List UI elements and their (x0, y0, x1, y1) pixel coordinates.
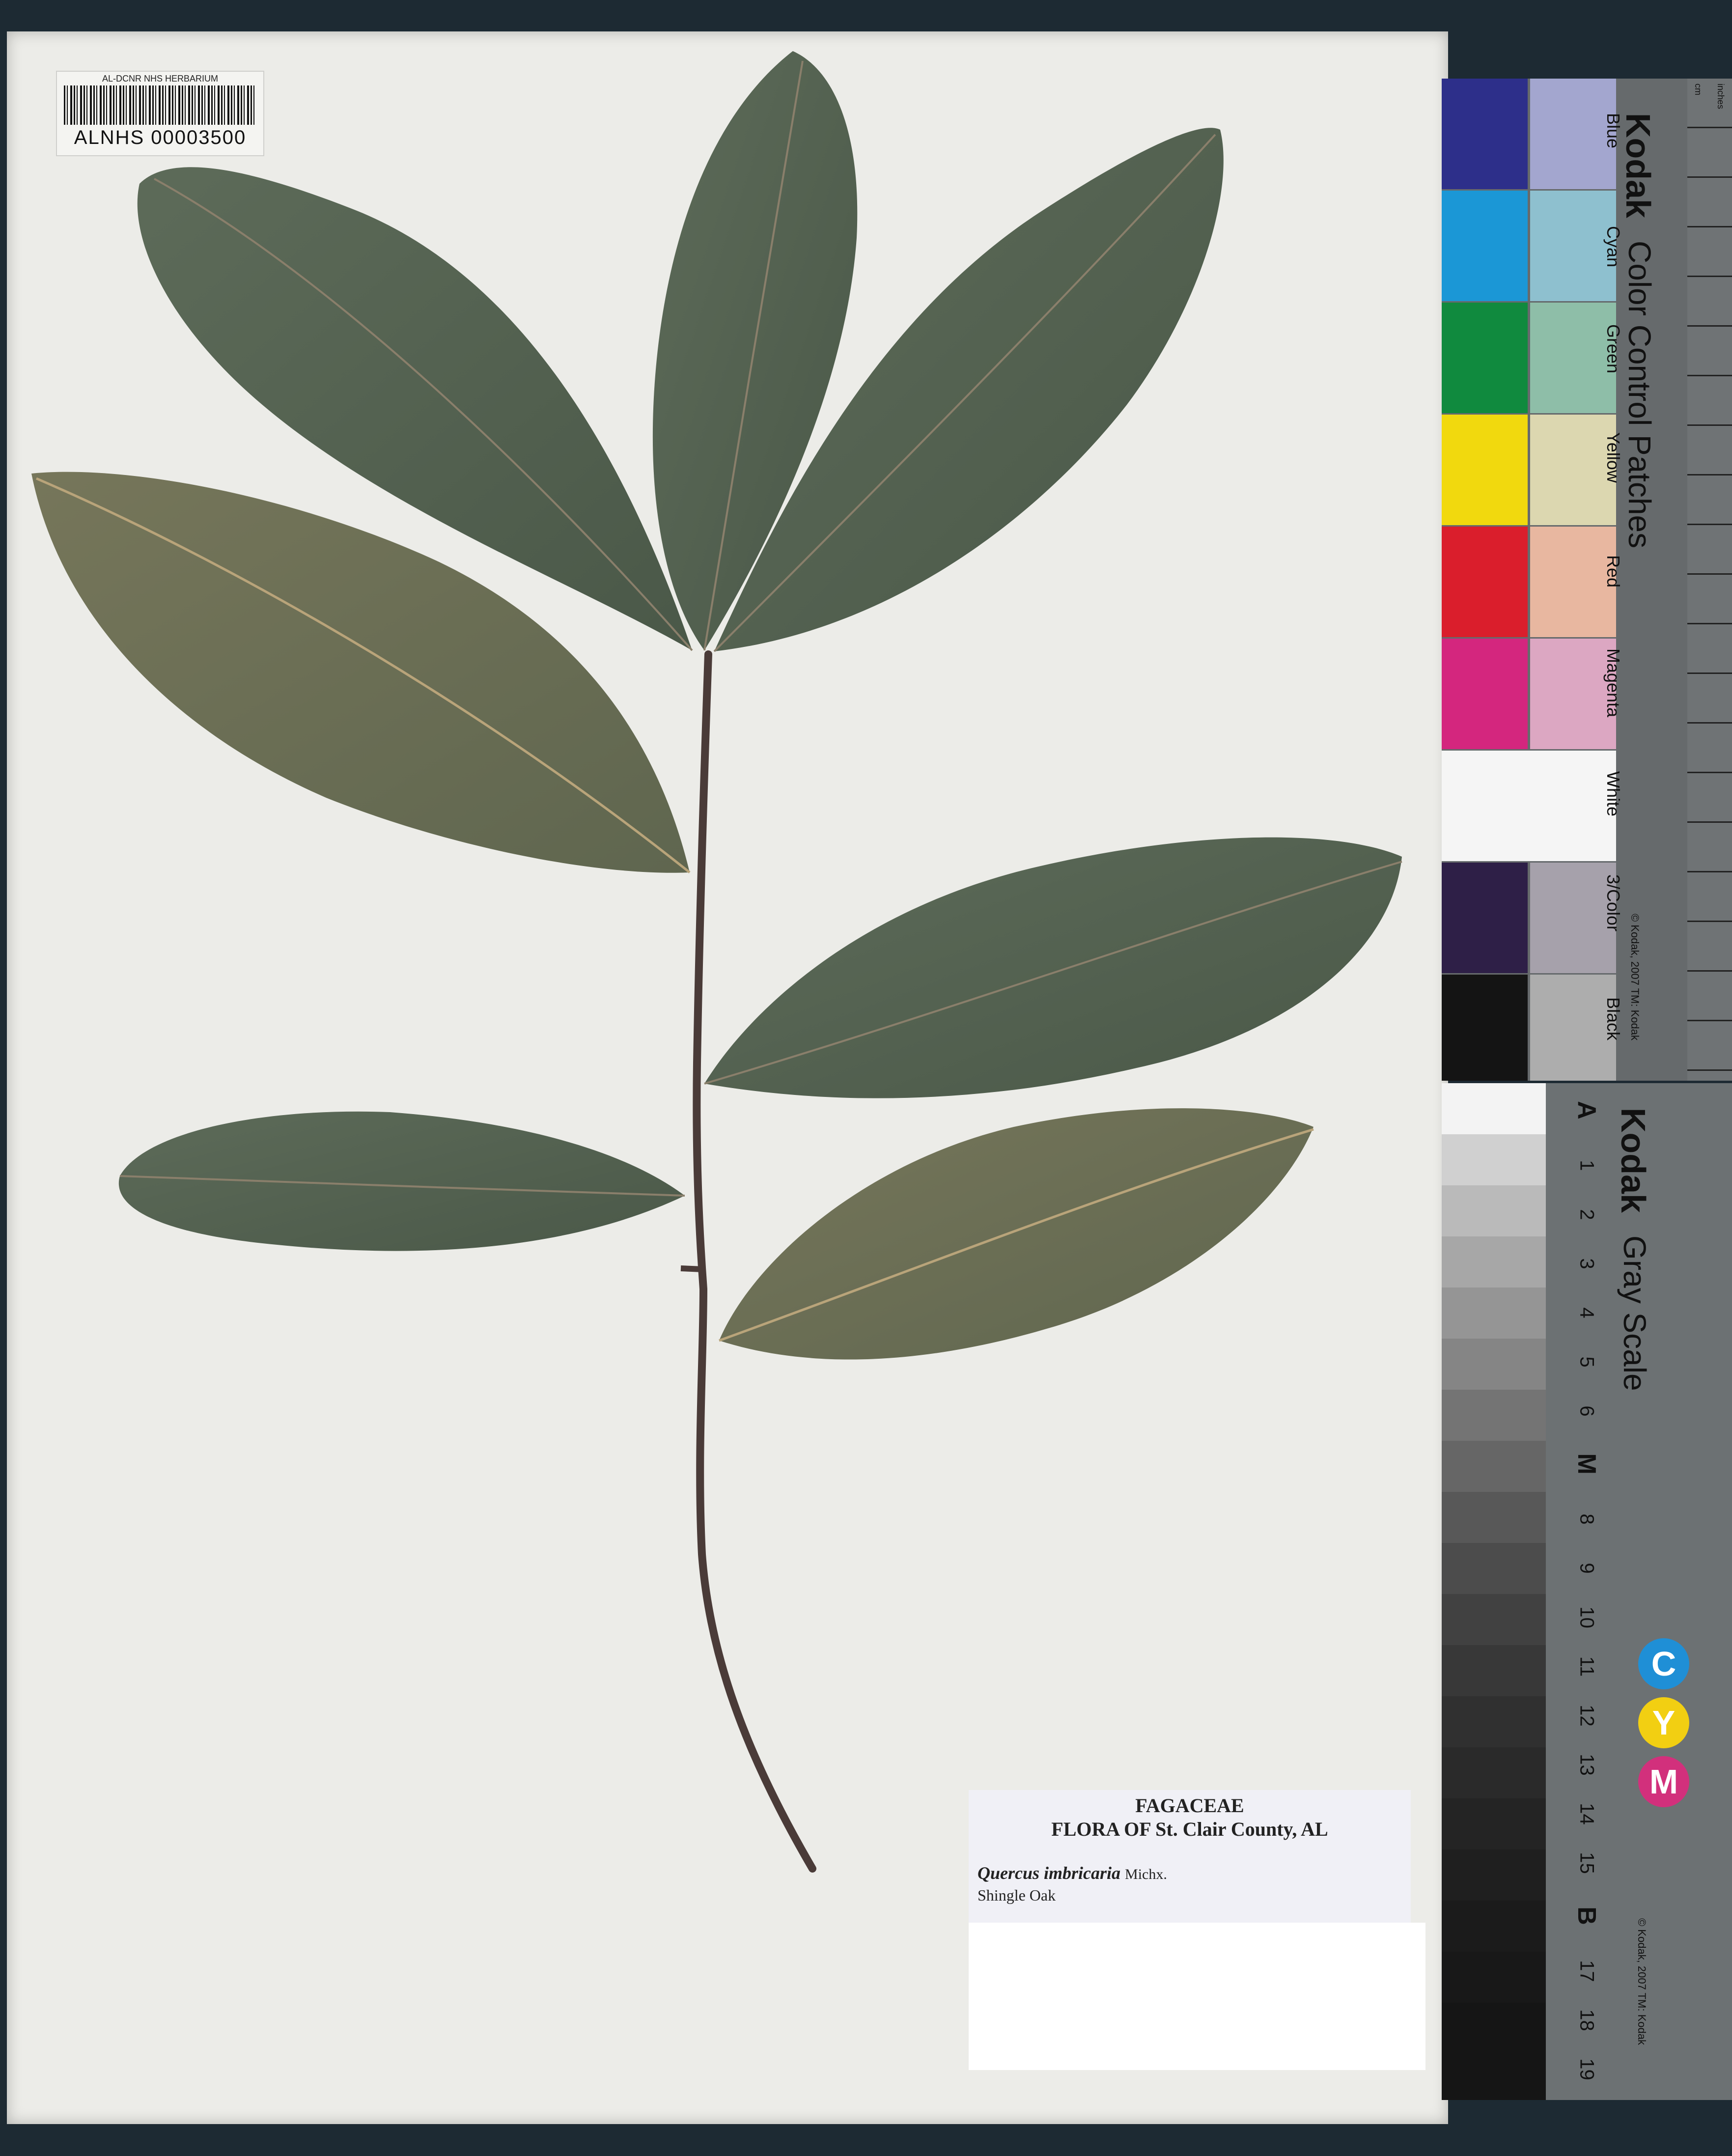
gray-patch (1442, 1288, 1546, 1339)
gray-label: 15 (1576, 1852, 1598, 1874)
cym-c-icon: C (1638, 1638, 1689, 1689)
patch-label: White (1603, 771, 1623, 817)
color-card-copyright: © Kodak, 2007 TM: Kodak (1629, 914, 1641, 1040)
gray-patch (1442, 1849, 1546, 1901)
gray-scale-title: Gray Scale (1617, 1235, 1652, 1391)
gray-label: A (1572, 1101, 1601, 1120)
ruler-unit-cm: cm (1693, 84, 1703, 95)
gray-patch (1442, 1185, 1546, 1236)
gray-label: 9 (1576, 1563, 1598, 1574)
gray-patch (1442, 1645, 1546, 1696)
patch-label: Green (1603, 324, 1623, 374)
patch-white (1442, 751, 1616, 861)
barcode-bars (64, 85, 256, 125)
label-scientific-name: Quercus imbricaria Michx. (978, 1863, 1167, 1883)
gray-patch (1442, 1134, 1546, 1185)
cym-y-icon: Y (1638, 1697, 1689, 1748)
patch-label: Red (1603, 555, 1623, 588)
specimen-label: FAGACEAE FLORA OF St. Clair County, AL Q… (969, 1790, 1411, 1923)
gray-patch (1442, 1798, 1546, 1849)
barcode-number: ALNHS 00003500 (74, 127, 247, 148)
gray-patch (1442, 1441, 1546, 1492)
gray-patch (1442, 1747, 1546, 1798)
patch-blue (1442, 79, 1528, 189)
patch-label: 3/Color (1603, 874, 1623, 932)
patch-cyan (1442, 191, 1528, 301)
label-family: FAGACEAE (1135, 1794, 1244, 1817)
gray-label: 13 (1576, 1754, 1598, 1776)
gray-patch (1442, 1696, 1546, 1747)
gray-patch (1442, 1083, 1546, 1134)
gray-patch (1442, 1901, 1546, 1952)
label-author: Michx. (1125, 1866, 1167, 1882)
patch-label: Black (1603, 997, 1623, 1041)
gray-label: 8 (1576, 1513, 1598, 1525)
twig-stub (680, 1265, 704, 1272)
patch-label: Blue (1603, 113, 1623, 149)
gray-patch (1442, 1339, 1546, 1390)
patch-yellow (1442, 415, 1528, 525)
cym-m-icon: M (1638, 1756, 1689, 1807)
gray-patch (1442, 1952, 1546, 2003)
gray-label: 6 (1576, 1405, 1598, 1417)
barcode-label: AL-DCNR NHS HERBARIUM ALNHS 00003500 (56, 71, 264, 156)
gray-label: 19 (1576, 2058, 1598, 2080)
gray-label: 12 (1576, 1705, 1598, 1727)
gray-label: 3 (1576, 1258, 1598, 1269)
patch-black (1442, 975, 1528, 1081)
gray-label: 1 (1576, 1160, 1598, 1171)
gray-label: 5 (1576, 1356, 1598, 1368)
patch-red (1442, 527, 1528, 637)
gray-label: 14 (1576, 1803, 1598, 1825)
blank-label-area (969, 1923, 1425, 2070)
gray-label: 17 (1576, 1960, 1598, 1982)
specimen-image: AL-DCNR NHS HERBARIUM ALNHS 00003500 FAG… (0, 0, 1732, 2156)
gray-patch (1442, 1543, 1546, 1594)
gray-label: B (1572, 1906, 1601, 1925)
color-control-card: Kodak Color Control Patches Blue Cyan Gr… (1442, 79, 1732, 1081)
gray-scale-copyright: © Kodak, 2007 TM: Kodak (1636, 1918, 1648, 2045)
leaf (704, 837, 1402, 1098)
leaf (118, 1111, 685, 1251)
ruler-unit-inches: inches (1716, 84, 1726, 110)
patch-label: Yellow (1603, 432, 1623, 483)
color-card-brand: Kodak (1619, 113, 1657, 218)
leaf (719, 1108, 1313, 1360)
gray-label: M (1572, 1453, 1601, 1475)
patch-label: Magenta (1603, 648, 1623, 718)
gray-patch (1442, 2003, 1546, 2100)
label-common-name: Shingle Oak (978, 1886, 1056, 1904)
patch-three-color (1442, 863, 1528, 973)
patch-green (1442, 303, 1528, 413)
gray-patch (1442, 1236, 1546, 1288)
patch-label: Cyan (1603, 226, 1623, 268)
gray-scale-card: Kodak Gray Scale © Kodak, 2007 TM: Kodak… (1442, 1083, 1732, 2100)
label-flora: FLORA OF St. Clair County, AL (1051, 1818, 1328, 1840)
gray-label: 2 (1576, 1209, 1598, 1220)
gray-label: 10 (1576, 1606, 1598, 1628)
gray-patch (1442, 1390, 1546, 1441)
label-species: Quercus imbricaria (978, 1863, 1121, 1883)
patch-magenta (1442, 639, 1528, 749)
gray-patch (1442, 1594, 1546, 1645)
gray-scale-brand: Kodak (1614, 1108, 1652, 1213)
gray-label: 4 (1576, 1307, 1598, 1318)
color-card-title: Color Control Patches (1622, 241, 1657, 549)
ruler (1687, 79, 1732, 1081)
gray-patch (1442, 1492, 1546, 1543)
gray-label: 11 (1576, 1656, 1598, 1677)
gray-label: 18 (1576, 2009, 1598, 2031)
barcode-header: AL-DCNR NHS HERBARIUM (102, 74, 219, 84)
